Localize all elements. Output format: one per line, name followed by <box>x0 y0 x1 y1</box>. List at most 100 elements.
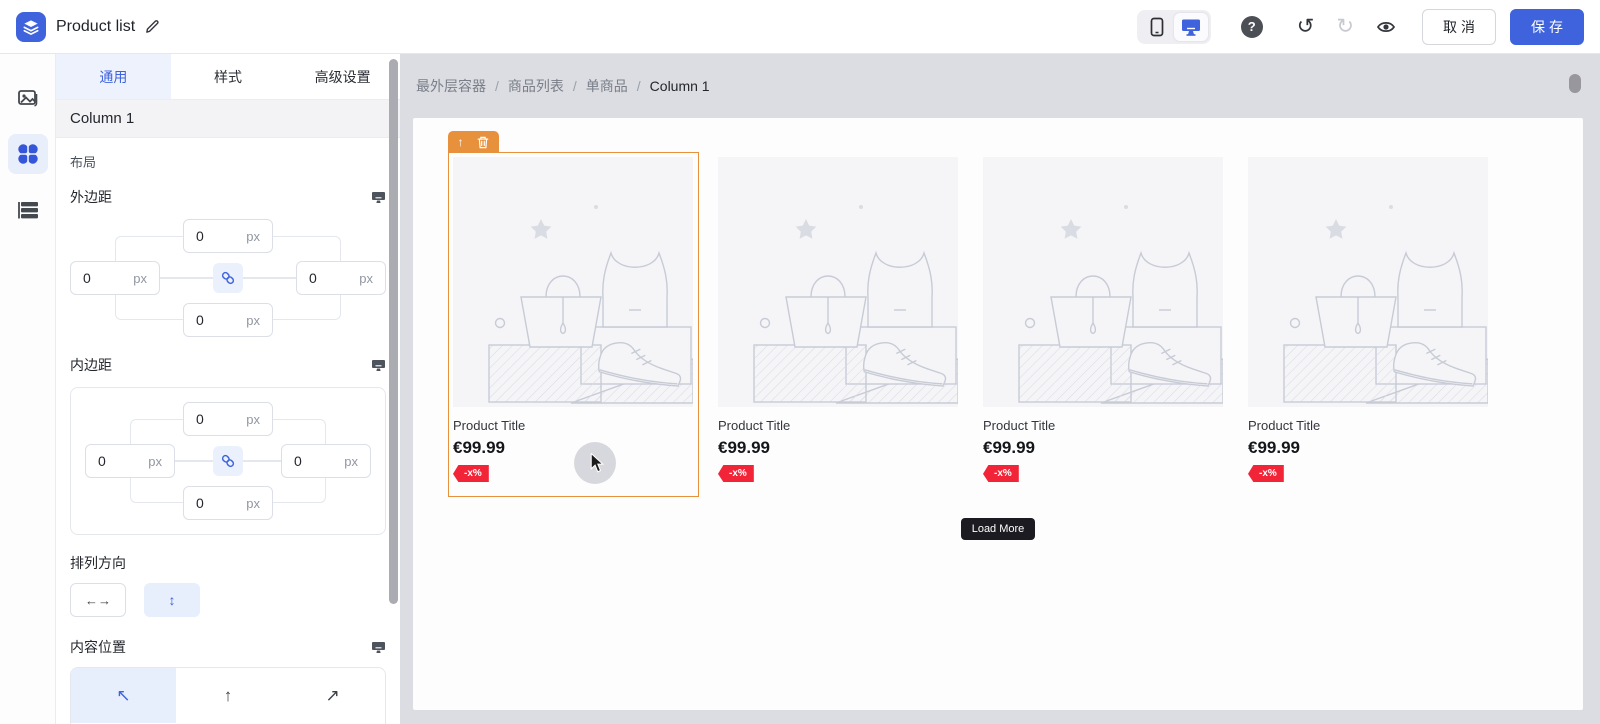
link-icon <box>221 271 235 285</box>
panel-tabs: 通用 样式 高级设置 <box>56 54 400 100</box>
product-price: €99.99 <box>718 438 770 457</box>
device-desktop-button[interactable] <box>1173 12 1208 41</box>
position-top-right-button[interactable]: ↗ <box>280 668 385 723</box>
padding-bottom-input[interactable]: 0 px <box>183 486 273 520</box>
product-price: €99.99 <box>983 438 1035 457</box>
product-price: €99.99 <box>1248 438 1300 457</box>
icon-rail <box>0 54 56 724</box>
position-top-left-button[interactable]: ↖ <box>71 668 176 723</box>
edit-title-button[interactable] <box>145 19 160 34</box>
help-icon: ? <box>1247 19 1256 34</box>
padding-link-button[interactable] <box>213 446 243 476</box>
product-title: Product Title <box>453 418 526 433</box>
margin-top-input[interactable]: 0 px <box>183 219 273 253</box>
margin-bottom-input[interactable]: 0 px <box>183 303 273 337</box>
rail-item-media[interactable] <box>8 78 48 118</box>
discount-badge: -x% <box>718 465 754 482</box>
mobile-icon <box>1150 17 1164 36</box>
preview-button[interactable] <box>1376 19 1396 35</box>
link-icon <box>221 454 235 468</box>
product-placeholder-illustration <box>753 205 958 404</box>
product-card[interactable]: ↑ <box>978 152 1229 497</box>
tab-style[interactable]: 样式 <box>171 54 286 99</box>
breadcrumb-item-product-list[interactable]: 商品列表 <box>508 76 564 96</box>
product-placeholder-illustration <box>1283 205 1488 404</box>
layers-icon <box>23 19 39 35</box>
eye-icon <box>1376 21 1396 32</box>
product-title: Product Title <box>718 418 791 433</box>
list-icon <box>17 202 38 219</box>
load-more-button[interactable]: Load More <box>960 518 1036 540</box>
breadcrumb-item-single-product[interactable]: 单商品 <box>586 76 628 96</box>
panel-scrollbar[interactable] <box>389 59 398 604</box>
discount-badge: -x% <box>983 465 1019 482</box>
cancel-button[interactable]: 取消 <box>1422 8 1496 45</box>
monitor-icon <box>372 359 385 371</box>
product-placeholder-illustration <box>488 205 693 404</box>
product-card[interactable]: ↑ <box>713 152 964 497</box>
trash-icon <box>477 136 488 148</box>
cursor-indicator <box>574 442 616 484</box>
product-image-placeholder[interactable] <box>718 157 958 407</box>
rail-item-layers-list[interactable] <box>8 190 48 230</box>
selection-toolbar: ↑ <box>447 131 499 153</box>
tab-general[interactable]: 通用 <box>56 54 171 99</box>
app-logo <box>16 11 46 42</box>
redo-button[interactable]: ↻ <box>1336 16 1354 37</box>
arrow-top-left-icon: ↖ <box>116 685 131 705</box>
page-title: Product list <box>56 17 136 35</box>
padding-top-input[interactable]: 0 px <box>183 402 273 436</box>
margin-link-button[interactable] <box>213 263 243 293</box>
direction-vertical-button[interactable]: ↕ <box>144 583 200 617</box>
product-title: Product Title <box>1248 418 1321 433</box>
direction-label: 排列方向 <box>70 555 126 571</box>
product-grid: ↑ Product Title €99.99 -x% Product Title… <box>447 131 1583 497</box>
topbar: Product list ? ↺ ↻ 取消 保存 <box>0 0 1600 54</box>
product-price: €99.99 <box>453 438 505 457</box>
breadcrumb-separator: / <box>495 78 499 94</box>
product-image-placeholder[interactable] <box>453 157 693 407</box>
undo-icon: ↺ <box>1296 14 1315 38</box>
tab-advanced[interactable]: 高级设置 <box>285 54 400 99</box>
content-position-control: ↖ ↑ ↗ <box>70 667 386 724</box>
direction-horizontal-button[interactable]: ←→ <box>70 583 126 617</box>
breadcrumb-separator: / <box>636 78 641 94</box>
product-image-placeholder[interactable] <box>983 157 1223 407</box>
product-card[interactable]: ↑ <box>447 131 699 497</box>
help-button[interactable]: ? <box>1240 15 1263 38</box>
product-card[interactable]: ↑ <box>1243 152 1494 497</box>
position-top-button[interactable]: ↑ <box>176 668 281 723</box>
device-mobile-button[interactable] <box>1140 13 1174 41</box>
margin-label: 外边距 <box>70 189 112 205</box>
product-title: Product Title <box>983 418 1056 433</box>
delete-button[interactable] <box>477 136 489 149</box>
settings-panel: 通用 样式 高级设置 Column 1 布局 外边距 0 px 0 px 0 p… <box>56 54 400 724</box>
arrow-up-icon: ↑ <box>457 135 464 149</box>
canvas-scrollbar-thumb[interactable] <box>1569 74 1581 93</box>
move-up-button[interactable]: ↑ <box>458 136 464 148</box>
editor-area: 最外层容器 / 商品列表 / 单商品 / Column 1 ↑ Product … <box>400 54 1600 724</box>
padding-left-input[interactable]: 0 px <box>85 444 175 478</box>
desktop-icon <box>1181 19 1200 36</box>
image-icon <box>17 90 37 107</box>
breadcrumb-item-root[interactable]: 最外层容器 <box>416 76 486 96</box>
arrow-top-right-icon: ↗ <box>325 685 340 705</box>
margin-right-input[interactable]: 0 px <box>296 261 386 295</box>
vertical-arrows-icon: ↕ <box>168 592 176 608</box>
margin-left-input[interactable]: 0 px <box>70 261 160 295</box>
margin-control: 0 px 0 px 0 px 0 px <box>70 219 386 337</box>
padding-right-input[interactable]: 0 px <box>281 444 371 478</box>
rail-item-components[interactable] <box>7 134 48 174</box>
content-position-label: 内容位置 <box>70 639 126 655</box>
monitor-icon <box>372 191 385 203</box>
breadcrumb: 最外层容器 / 商品列表 / 单商品 / Column 1 <box>400 54 1600 118</box>
redo-icon: ↻ <box>1336 14 1354 38</box>
breadcrumb-item-current: Column 1 <box>649 78 710 94</box>
product-image-placeholder[interactable] <box>1248 157 1488 407</box>
product-placeholder-illustration <box>1018 205 1223 404</box>
save-button[interactable]: 保存 <box>1510 8 1584 45</box>
canvas[interactable]: ↑ Product Title €99.99 -x% Product Title… <box>413 118 1583 710</box>
padding-label: 内边距 <box>70 357 112 373</box>
undo-button[interactable]: ↺ <box>1297 16 1315 37</box>
clover-icon <box>15 142 40 166</box>
